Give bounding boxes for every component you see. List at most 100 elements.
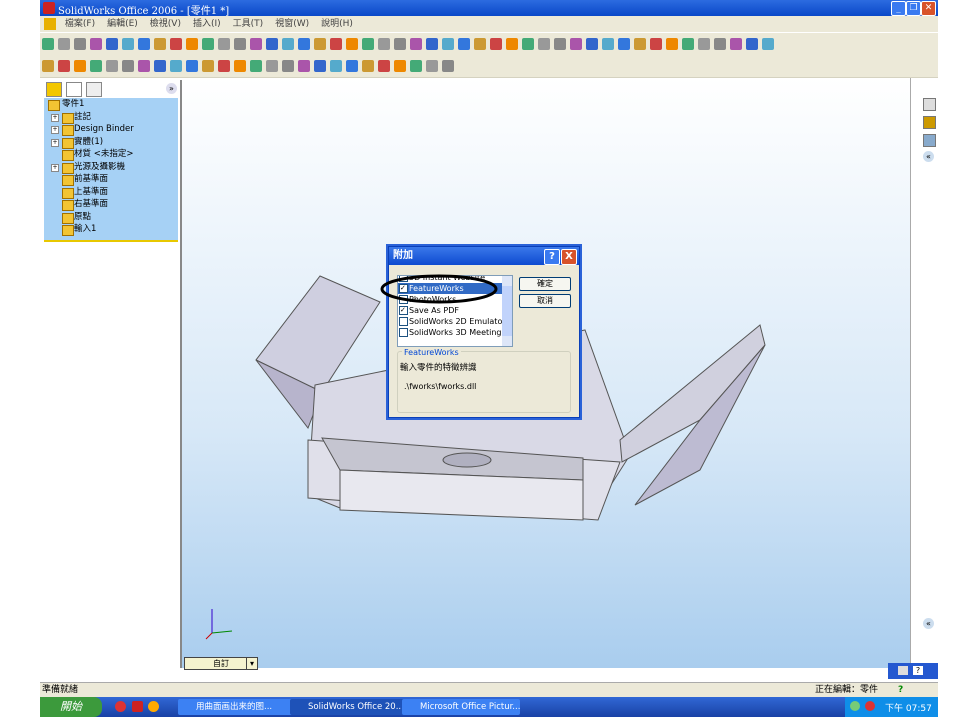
addin-item[interactable]: SolidWorks 2D Emulator — [398, 316, 512, 327]
task-button-picture-manager[interactable]: Microsoft Office Pictur... — [402, 699, 520, 715]
toolbar-icon[interactable] — [650, 38, 662, 50]
toolbar-icon[interactable] — [106, 60, 118, 72]
menu-tools[interactable]: 工具(T) — [233, 19, 264, 29]
tree-item[interactable]: + 光源及攝影機 — [44, 161, 178, 174]
toolbar-icon[interactable] — [90, 38, 102, 50]
tree-item[interactable]: + Design Binder — [44, 123, 178, 136]
tree-item[interactable]: 前基準面 — [44, 173, 178, 186]
toolbar-icon[interactable] — [58, 60, 70, 72]
home-icon[interactable] — [923, 98, 936, 111]
toolbar-icon[interactable] — [554, 38, 566, 50]
toolbar-icon[interactable] — [298, 38, 310, 50]
toolbar-icon[interactable] — [746, 38, 758, 50]
toolbar-icon[interactable] — [170, 38, 182, 50]
configuration-manager-tab-icon[interactable] — [86, 82, 102, 97]
toolbar-icon[interactable] — [234, 60, 246, 72]
toolbar-icon[interactable] — [298, 60, 310, 72]
addin-item[interactable]: ✓ Save As PDF — [398, 305, 512, 316]
tree-item[interactable]: 上基準面 — [44, 186, 178, 199]
menu-edit[interactable]: 編輯(E) — [107, 19, 138, 29]
toolbar-icon[interactable] — [106, 38, 118, 50]
toolbar-icon[interactable] — [74, 60, 86, 72]
tray-icon[interactable] — [850, 701, 860, 711]
solidworks-menu-icon[interactable] — [44, 18, 56, 30]
toolbar-icon[interactable] — [506, 38, 518, 50]
dialog-close-button[interactable]: X — [561, 249, 577, 265]
checkbox[interactable] — [399, 328, 408, 337]
search-icon[interactable] — [923, 134, 936, 147]
feature-manager-tab-icon[interactable] — [46, 82, 62, 97]
toolbar-icon[interactable] — [346, 38, 358, 50]
quicklaunch-icon[interactable] — [115, 701, 126, 712]
menu-window[interactable]: 視窗(W) — [275, 19, 309, 29]
toolbar-icon[interactable] — [138, 60, 150, 72]
toolbar-icon[interactable] — [122, 60, 134, 72]
toolbar-icon[interactable] — [58, 38, 70, 50]
toolbar-icon[interactable] — [730, 38, 742, 50]
checkbox[interactable]: ✓ — [399, 306, 408, 315]
library-icon[interactable] — [923, 116, 936, 129]
toolbar-icon[interactable] — [442, 38, 454, 50]
toolbar-icon[interactable] — [250, 60, 262, 72]
toolbar-icon[interactable] — [570, 38, 582, 50]
toolbar-icon[interactable] — [426, 38, 438, 50]
toolbar-icon[interactable] — [266, 60, 278, 72]
toolbar-icon[interactable] — [314, 38, 326, 50]
ok-button[interactable]: 確定 — [519, 277, 571, 291]
collapse-icon[interactable]: « — [923, 151, 934, 162]
help-icon[interactable]: ? — [913, 666, 923, 675]
menu-file[interactable]: 檔案(F) — [65, 19, 95, 29]
tree-item[interactable]: 原點 — [44, 211, 178, 224]
toolbar-icon[interactable] — [234, 38, 246, 50]
toolbar-icon[interactable] — [698, 38, 710, 50]
keyboard-icon[interactable] — [898, 666, 908, 675]
security-icon[interactable] — [865, 701, 875, 711]
toolbar-icon[interactable] — [762, 38, 774, 50]
toolbar-icon[interactable] — [330, 38, 342, 50]
toolbar-icon[interactable] — [362, 38, 374, 50]
toolbar-icon[interactable] — [474, 38, 486, 50]
tree-item[interactable]: + 實體(1) — [44, 136, 178, 149]
toolbar-icon[interactable] — [250, 38, 262, 50]
addin-item[interactable]: SolidWorks 3D Meeting — [398, 327, 512, 338]
toolbar-icon[interactable] — [362, 60, 374, 72]
toolbar-icon[interactable] — [266, 38, 278, 50]
toolbar-icon[interactable] — [442, 60, 454, 72]
expand-icon[interactable]: + — [51, 138, 59, 147]
tree-item[interactable]: 右基準面 — [44, 198, 178, 211]
toolbar-icon[interactable] — [202, 60, 214, 72]
expand-icon[interactable]: « — [923, 618, 934, 629]
toolbar-icon[interactable] — [490, 38, 502, 50]
toolbar-icon[interactable] — [282, 38, 294, 50]
toolbar-icon[interactable] — [410, 60, 422, 72]
toolbar-icon[interactable] — [282, 60, 294, 72]
toolbar-icon[interactable] — [586, 38, 598, 50]
toolbar-icon[interactable] — [170, 60, 182, 72]
toolbar-icon[interactable] — [378, 60, 390, 72]
toolbar-icon[interactable] — [218, 60, 230, 72]
toolbar-icon[interactable] — [42, 38, 54, 50]
expand-icon[interactable]: + — [51, 163, 59, 172]
toolbar-icon[interactable] — [714, 38, 726, 50]
minimize-button[interactable]: _ — [891, 1, 906, 16]
toolbar-icon[interactable] — [458, 38, 470, 50]
toolbar-icon[interactable] — [90, 60, 102, 72]
dialog-help-button[interactable]: ? — [544, 249, 560, 265]
media-quicklaunch-icon[interactable] — [148, 701, 159, 712]
toolbar-icon[interactable] — [666, 38, 678, 50]
status-help-icon[interactable]: ? — [898, 683, 903, 698]
toolbar-icon[interactable] — [186, 60, 198, 72]
toolbar-icon[interactable] — [618, 38, 630, 50]
task-button-image[interactable]: 用曲面画出来的图... — [178, 699, 296, 715]
toolbar-icon[interactable] — [394, 38, 406, 50]
view-dropdown[interactable]: 自訂 ▾ — [184, 657, 258, 670]
checkbox[interactable] — [399, 317, 408, 326]
menu-view[interactable]: 檢視(V) — [150, 19, 181, 29]
toolbar-icon[interactable] — [330, 60, 342, 72]
toolbar-icon[interactable] — [154, 38, 166, 50]
toolbar-icon[interactable] — [602, 38, 614, 50]
toolbar-icon[interactable] — [346, 60, 358, 72]
property-manager-tab-icon[interactable] — [66, 82, 82, 97]
toolbar-icon[interactable] — [538, 38, 550, 50]
toolbar-icon[interactable] — [74, 38, 86, 50]
